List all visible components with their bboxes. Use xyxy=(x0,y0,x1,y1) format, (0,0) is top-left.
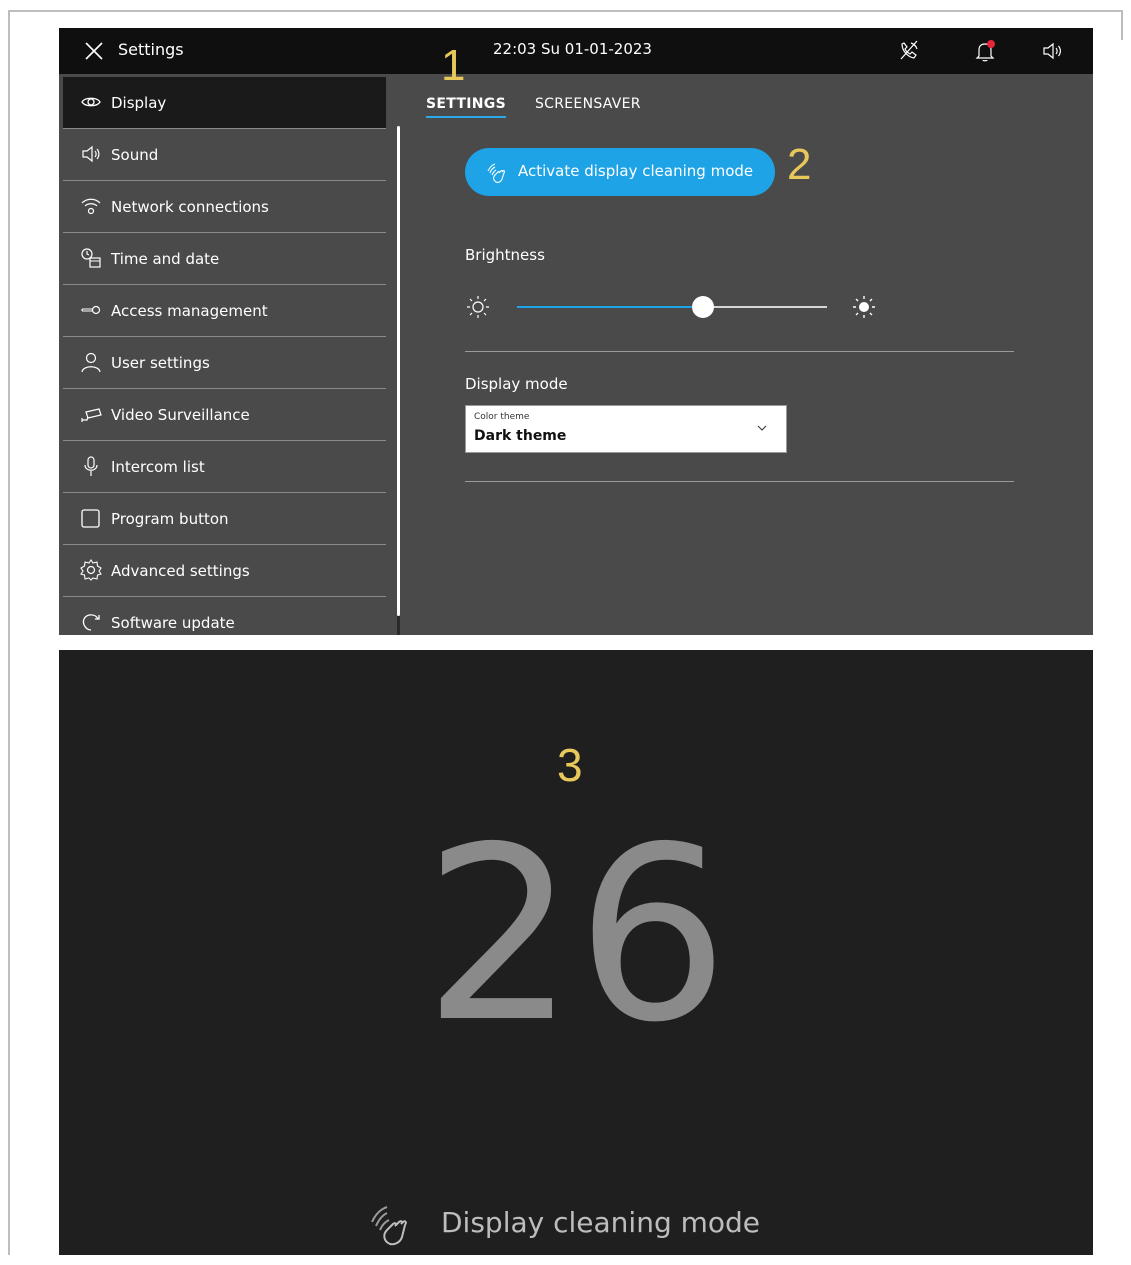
color-theme-select[interactable]: Color theme Dark theme xyxy=(465,405,787,453)
speaker-icon[interactable] xyxy=(1040,39,1064,63)
cleaning-mode-label: Display cleaning mode xyxy=(441,1206,761,1239)
top-bar: Settings 22:03 Su 01-01-2023 xyxy=(59,28,1093,74)
display-mode-label: Display mode xyxy=(465,375,568,393)
microphone-icon xyxy=(84,456,98,476)
brightness-slider[interactable] xyxy=(517,296,827,318)
color-theme-caption: Color theme xyxy=(474,412,530,422)
cleaning-mode-screen: 3 26 Display cleaning mode xyxy=(59,650,1093,1255)
callout-2: 2 xyxy=(787,140,812,189)
sidebar-item-label: Software update xyxy=(111,614,235,632)
brightness-label: Brightness xyxy=(465,246,545,264)
activate-cleaning-mode-button[interactable]: Activate display cleaning mode xyxy=(465,148,775,196)
callout-1: 1 xyxy=(441,41,466,90)
display-settings-panel: SETTINGS SCREENSAVER Activate display cl… xyxy=(404,74,1093,635)
refresh-icon xyxy=(82,614,100,631)
sidebar-item-label: Intercom list xyxy=(111,458,205,476)
sidebar-scrollbar-track xyxy=(397,616,400,635)
brightness-slider-knob[interactable] xyxy=(692,296,714,318)
sidebar-item-label: Video Surveillance xyxy=(111,406,250,424)
sidebar-item-intercom-list[interactable]: Intercom list xyxy=(63,441,386,493)
bell-icon[interactable] xyxy=(973,39,997,63)
sidebar-item-label: Network connections xyxy=(111,198,269,216)
hand-wipe-icon xyxy=(487,163,505,183)
eye-icon xyxy=(81,97,101,107)
hand-wipe-icon xyxy=(371,1206,407,1246)
chevron-down-icon xyxy=(757,425,767,431)
sidebar-item-label: Program button xyxy=(111,510,229,528)
sidebar-item-label: User settings xyxy=(111,354,210,372)
sidebar-item-video-surveillance[interactable]: Video Surveillance xyxy=(63,389,386,441)
sidebar-item-advanced-settings[interactable]: Advanced settings xyxy=(63,545,386,597)
sun-high-icon xyxy=(853,296,875,318)
square-icon xyxy=(81,509,100,528)
frame-left-line xyxy=(8,10,10,1255)
sidebar-item-program-button[interactable]: Program button xyxy=(63,493,386,545)
sidebar-item-access-management[interactable]: Access management xyxy=(63,285,386,337)
user-icon xyxy=(81,352,101,373)
sidebar-item-network[interactable]: Network connections xyxy=(63,181,386,233)
sidebar-item-display[interactable]: Display xyxy=(63,77,386,129)
color-theme-value: Dark theme xyxy=(474,428,567,444)
sidebar-item-time-date[interactable]: Time and date xyxy=(63,233,386,285)
frame-top-line xyxy=(8,10,1123,12)
speaker-icon xyxy=(82,145,100,163)
cleaning-button-label: Activate display cleaning mode xyxy=(518,162,754,180)
tab-settings[interactable]: SETTINGS xyxy=(426,96,506,118)
sidebar-item-label: Sound xyxy=(111,146,159,164)
close-icon[interactable] xyxy=(83,40,105,62)
section-divider xyxy=(465,481,1014,482)
sidebar-item-label: Display xyxy=(111,94,167,112)
frame-right-line xyxy=(1121,10,1123,40)
sun-low-icon xyxy=(467,296,489,318)
date-time: 22:03 Su 01-01-2023 xyxy=(493,40,652,58)
settings-screen: Settings 22:03 Su 01-01-2023 Display Sou… xyxy=(59,28,1093,635)
call-muted-icon[interactable] xyxy=(897,39,921,63)
screen-title: Settings xyxy=(118,40,184,59)
sidebar-item-software-update[interactable]: Software update xyxy=(63,597,386,635)
gear-icon xyxy=(80,559,102,581)
sidebar-scrollbar[interactable] xyxy=(397,126,400,616)
brightness-slider-fill xyxy=(517,306,703,308)
callout-3: 3 xyxy=(557,739,583,791)
cleaning-countdown: 26 xyxy=(423,795,729,1075)
sidebar-item-sound[interactable]: Sound xyxy=(63,129,386,181)
settings-sidebar: Display Sound Network connections Time a… xyxy=(59,74,400,635)
camera-icon xyxy=(81,408,102,422)
key-icon xyxy=(81,305,101,315)
tab-screensaver[interactable]: SCREENSAVER xyxy=(535,96,641,112)
sidebar-item-label: Access management xyxy=(111,302,268,320)
sidebar-item-user-settings[interactable]: User settings xyxy=(63,337,386,389)
sidebar-item-label: Advanced settings xyxy=(111,562,250,580)
wifi-icon xyxy=(81,198,101,215)
sidebar-item-label: Time and date xyxy=(111,250,220,268)
notification-dot xyxy=(987,40,995,48)
clock-calendar-icon xyxy=(81,248,101,268)
section-divider xyxy=(465,351,1014,352)
